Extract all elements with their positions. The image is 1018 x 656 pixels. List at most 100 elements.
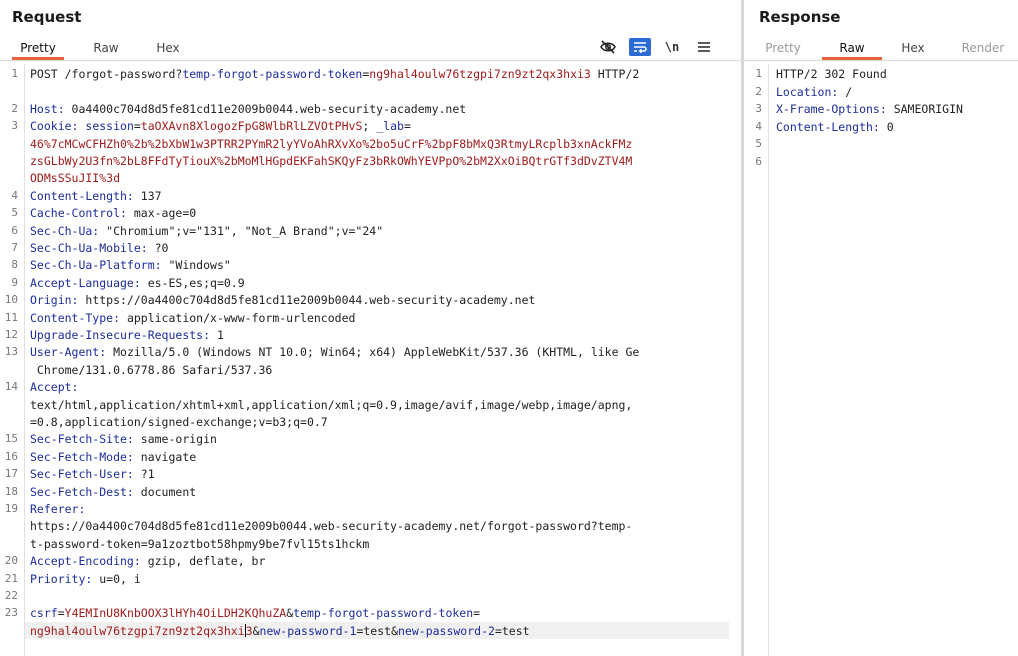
code-line[interactable]: Sec-Fetch-Dest: document	[30, 484, 196, 501]
code-line[interactable]: t-password-token=9a1zoztbot58hpmy9be7fvl…	[30, 536, 369, 553]
tab-hex[interactable]: Hex	[888, 38, 938, 59]
token-text: same-origin	[133, 432, 217, 447]
line-number: 4	[755, 119, 762, 133]
code-line[interactable]: Location: /	[776, 84, 852, 101]
line-number-gutter	[744, 64, 769, 656]
line-number: 3	[11, 119, 18, 133]
line-number: 8	[11, 258, 18, 272]
code-line[interactable]: Cache-Control: max-age=0	[30, 205, 196, 222]
token-key: Origin:	[30, 293, 79, 308]
code-line[interactable]: ng9hal4oulw76tzgpi7zn9zt2qx3hxi3& new-pas…	[30, 623, 530, 640]
code-line[interactable]: 46%7cMCwCFHZh0%2b%2bXbW1w3PTRR2PYmR2lyYV…	[30, 136, 632, 153]
token-text: ?1	[133, 467, 155, 482]
code-line[interactable]: Priority: u=0, i	[30, 571, 141, 588]
token-key: session	[85, 119, 134, 134]
token-value: ODMsSSuJII%3d	[30, 171, 121, 186]
token-text: ;	[362, 119, 377, 134]
tab-pretty[interactable]: Pretty	[12, 38, 64, 60]
token-text: =test	[494, 623, 530, 638]
code-line[interactable]: Content-Length: 137	[30, 188, 162, 205]
line-number: 22	[4, 589, 18, 602]
tab-raw[interactable]: Raw	[82, 38, 130, 59]
code-line[interactable]: https://0a4400c704d8d5fe81cd11e2009b0044…	[30, 518, 632, 535]
hide-icon[interactable]	[597, 38, 619, 56]
token-text: es-ES,es;q=0.9	[140, 275, 245, 290]
code-line[interactable]: Accept-Language: es-ES,es;q=0.9	[30, 275, 245, 292]
code-line[interactable]: User-Agent: Mozilla/5.0 (Windows NT 10.0…	[30, 344, 639, 361]
token-text: =	[473, 606, 481, 621]
token-text: HTTP/2 302 Found	[776, 67, 887, 81]
line-number: 10	[4, 293, 18, 307]
tab-hex[interactable]: Hex	[146, 38, 190, 59]
code-line[interactable]: Sec-Ch-Ua-Mobile: ?0	[30, 240, 168, 257]
line-number: 20	[4, 554, 18, 568]
code-line[interactable]: Accept:	[30, 379, 78, 396]
newline-toggle-button[interactable]: \n	[661, 38, 683, 56]
line-number: 1	[755, 67, 762, 80]
response-title: Response	[759, 8, 841, 26]
code-line[interactable]: ODMsSSuJII%3d	[30, 170, 120, 187]
token-value: ng9hal4oulw76tzgpi7zn9zt2qx3hxi	[30, 623, 245, 638]
code-line[interactable]: Upgrade-Insecure-Requests: 1	[30, 327, 224, 344]
token-key: Sec-Ch-Ua-Mobile:	[30, 241, 148, 255]
request-editor[interactable]: 1 POST /forgot-password?temp-forgot-passw…	[0, 64, 741, 656]
code-line[interactable]: =0.8,application/signed-exchange;v=b3;q=…	[30, 414, 328, 431]
menu-icon[interactable]	[693, 38, 715, 56]
token-text: t-password-token=9a1zoztbot58hpmy9be7fvl…	[30, 536, 370, 551]
code-line[interactable]: Sec-Fetch-Mode: navigate	[30, 449, 196, 466]
token-value: 46%7cMCwCFHZh0%2b%2bXbW1w3PTRR2PYmR2lyYV…	[30, 136, 633, 151]
response-editor[interactable]: 1 HTTP/2 302 Found 2 Location: / 3 X-Frame-Op…	[744, 64, 1018, 656]
code-line[interactable]: zsGLbWy2U3fn%2bL8FFdTyTiouX%2bMoMlHGpdEK…	[30, 153, 632, 170]
code-line[interactable]: Content-Length: 0	[776, 119, 894, 136]
token-text: "Chromium";v="131", "Not_A Brand";v="24"	[99, 223, 384, 238]
code-line[interactable]: Sec-Fetch-Site: same-origin	[30, 431, 217, 448]
tab-raw[interactable]: Raw	[822, 38, 882, 60]
token-key: Location:	[776, 84, 839, 99]
code-line[interactable]: HTTP/2 302 Found	[776, 66, 887, 83]
tab-pretty[interactable]: Pretty	[754, 38, 812, 59]
line-number: 2	[11, 101, 18, 115]
line-number: 1	[11, 67, 18, 80]
token-key: Cache-Control:	[30, 206, 127, 221]
code-line[interactable]: Referer:	[30, 501, 85, 518]
code-line[interactable]: Content-Type: application/x-www-form-url…	[30, 310, 355, 327]
line-number: 9	[11, 275, 18, 289]
token-key: new-password-2	[398, 623, 495, 638]
word-wrap-icon[interactable]	[629, 38, 651, 56]
code-line[interactable]: text/html,application/xhtml+xml,applicat…	[30, 397, 632, 414]
token-key: csrf	[30, 606, 58, 621]
token-text: =	[133, 119, 141, 134]
code-line[interactable]: POST /forgot-password?temp-forgot-passwo…	[30, 66, 639, 83]
code-line[interactable]: Sec-Ch-Ua-Platform: "Windows"	[30, 257, 231, 274]
code-line[interactable]: Sec-Fetch-User: ?1	[30, 466, 155, 483]
token-text: =	[57, 606, 65, 621]
tab-render[interactable]: Render	[952, 38, 1014, 59]
token-value: 3	[245, 623, 253, 638]
newline-label: \n	[664, 40, 680, 54]
code-line[interactable]: Cookie: session=taOXAvn8XlogozFpG8WlbRlL…	[30, 118, 411, 135]
token-text: navigate	[133, 449, 197, 464]
code-line[interactable]: X-Frame-Options: SAMEORIGIN	[776, 101, 963, 118]
line-number: 15	[4, 432, 18, 446]
line-number: 18	[4, 484, 18, 498]
token-text: Chrome/131.0.6778.86 Safari/537.36	[30, 362, 273, 377]
line-number: 13	[4, 345, 18, 359]
token-key: temp-forgot-password-token	[293, 606, 474, 621]
line-number: 14	[4, 380, 18, 394]
code-line[interactable]: Accept-Encoding: gzip, deflate, br	[30, 553, 265, 570]
request-toolbar: \n	[597, 38, 727, 58]
code-line[interactable]: csrf=Y4EMInU8KnbOOX3lHYh4OiLDH2KQhuZA&te…	[30, 605, 480, 622]
line-number: 3	[755, 102, 762, 116]
token-text: u=0, i	[92, 571, 141, 586]
token-text: &	[252, 623, 260, 638]
code-line[interactable]: Sec-Ch-Ua: "Chromium";v="131", "Not_A Br…	[30, 223, 383, 240]
line-number: 16	[4, 449, 18, 463]
token-value: taOXAvn8XlogozFpG8WlbRlLZVOtPHvS	[140, 119, 363, 134]
code-line[interactable]: Origin: https://0a4400c704d8d5fe81cd11e2…	[30, 292, 535, 309]
line-number: 4	[11, 188, 18, 202]
code-line[interactable]: Host: 0a4400c704d8d5fe81cd11e2009b0044.w…	[30, 101, 466, 118]
response-tabs: Pretty Raw Hex Render	[744, 38, 1018, 61]
code-line[interactable]: Chrome/131.0.6778.86 Safari/537.36	[30, 362, 272, 379]
token-key: Priority:	[30, 571, 93, 586]
token-value: zsGLbWy2U3fn%2bL8FFdTyTiouX%2bMoMlHGpdEK…	[30, 154, 633, 168]
